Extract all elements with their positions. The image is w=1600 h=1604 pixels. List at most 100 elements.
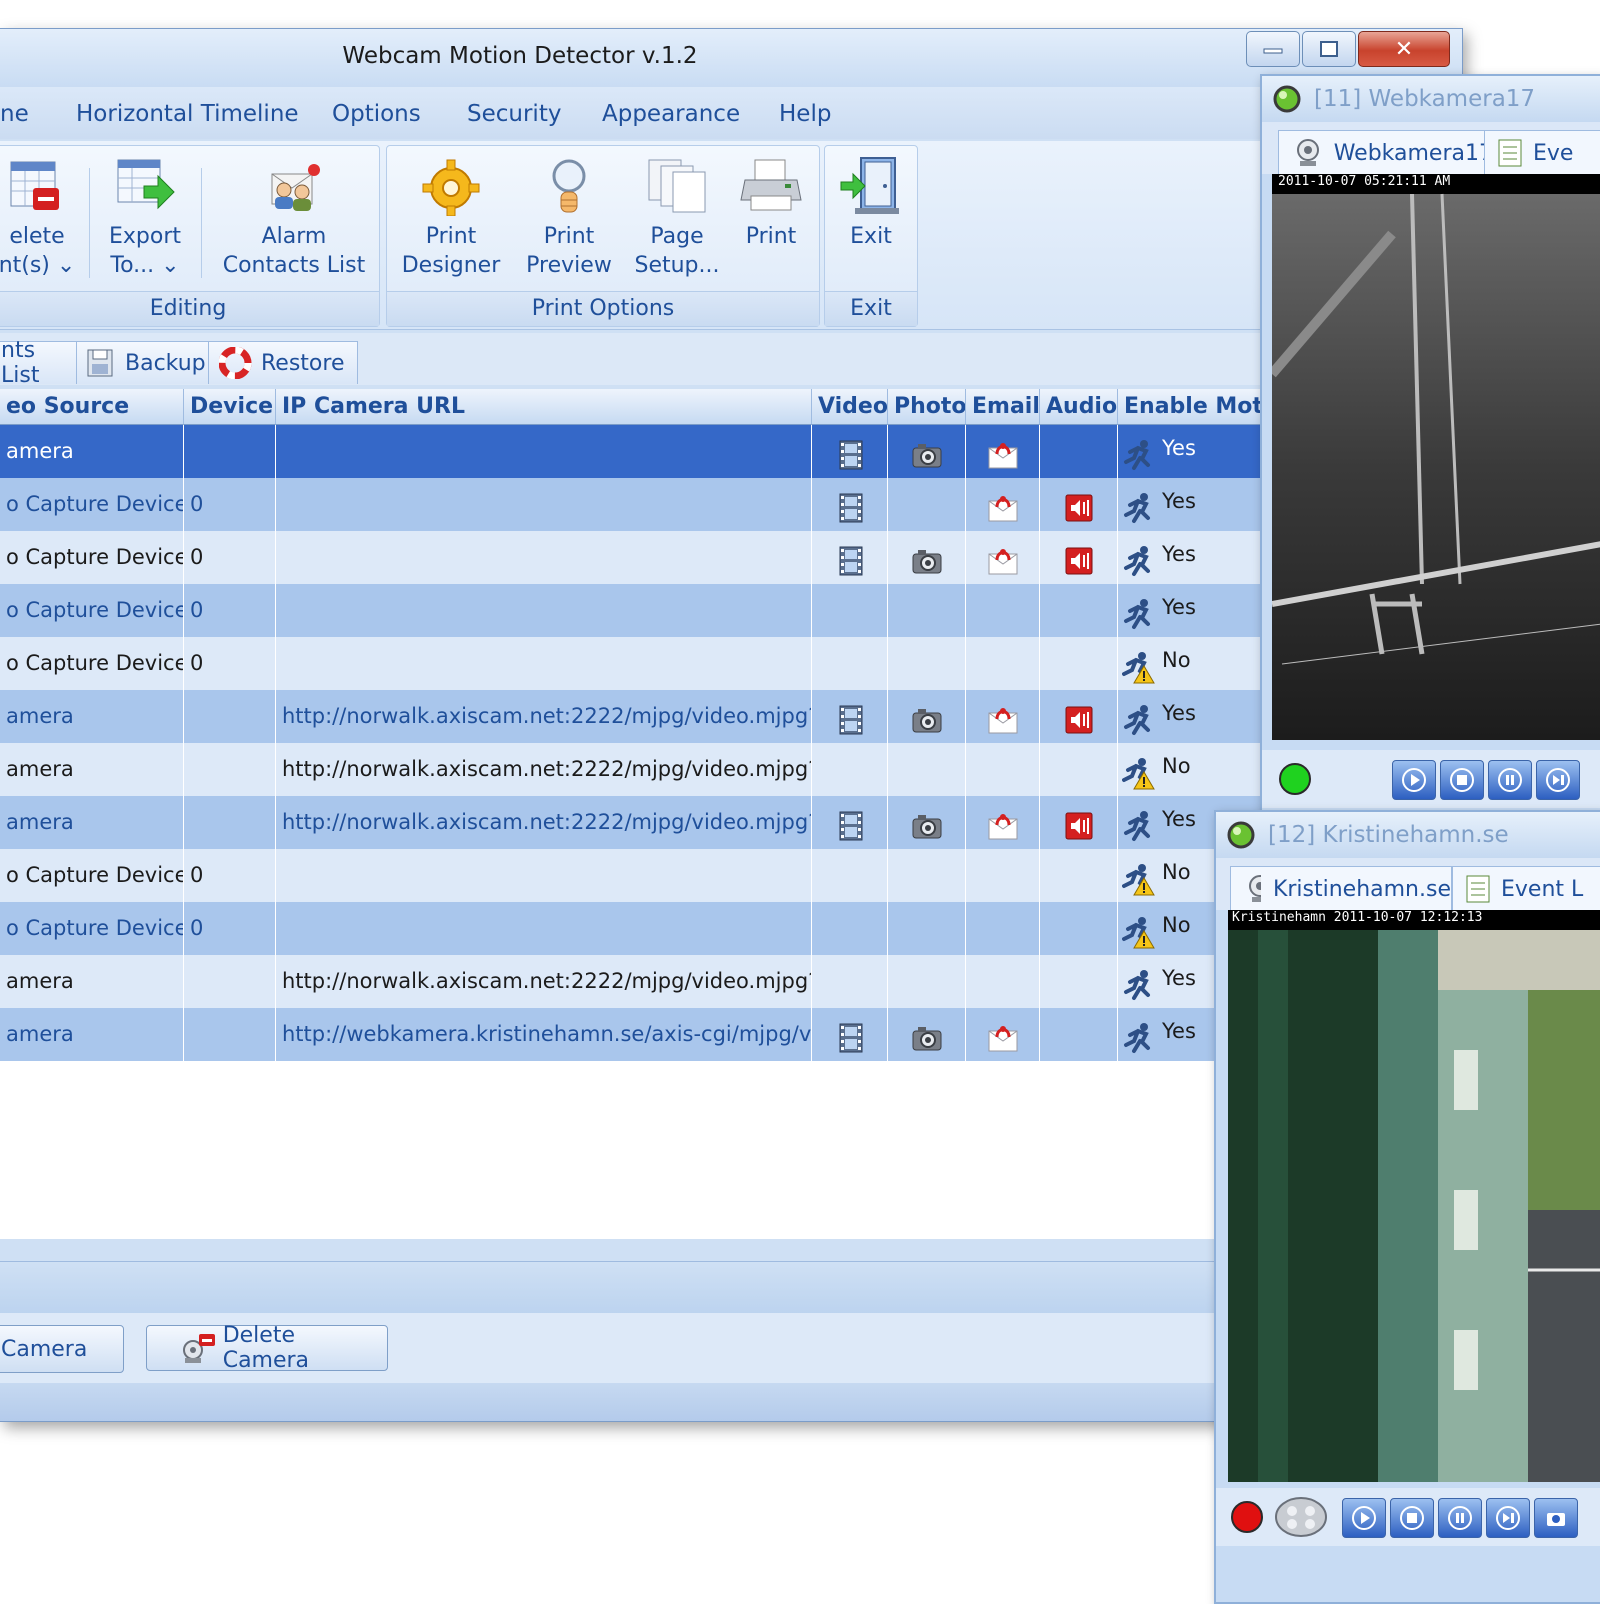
cell-video: [812, 425, 888, 478]
camera-window-kristinehamn[interactable]: [12] Kristinehamn.se Kristinehamn.se Eve…: [1214, 810, 1600, 1604]
menu-item-horizontal-timeline[interactable]: Horizontal Timeline: [76, 101, 299, 127]
export-to-button[interactable]: Export To... ⌄: [103, 156, 187, 280]
table-row[interactable]: o Capture Device 0 Yes: [0, 584, 1262, 637]
tab-backup[interactable]: Backup: [76, 341, 214, 384]
col-email-header[interactable]: Email: [966, 389, 1040, 425]
add-camera-label: Camera: [1, 1336, 88, 1362]
camera2-pause-button[interactable]: [1438, 1498, 1482, 1538]
delete-events-button[interactable]: elete nt(s) ⌄: [0, 156, 77, 280]
cell-audio: [1040, 743, 1118, 796]
camera1-tab-events[interactable]: Eve: [1484, 130, 1600, 175]
minimize-button[interactable]: [1246, 31, 1300, 67]
col-enable-motion-header[interactable]: Enable Moti: [1118, 389, 1262, 425]
delete-calendar-icon: [10, 161, 59, 210]
cell-enable-motion[interactable]: No: [1118, 637, 1262, 690]
camera1-tab-live[interactable]: Webkamera17: [1278, 130, 1494, 175]
add-camera-button[interactable]: Camera: [0, 1325, 124, 1373]
cell-audio: [1040, 425, 1118, 478]
camera1-play-button[interactable]: [1392, 760, 1436, 800]
menu-item-file[interactable]: ne: [0, 101, 29, 127]
cell-audio: [1040, 584, 1118, 637]
table-row[interactable]: amera Yes: [0, 425, 1262, 478]
col-ip-camera-url-header[interactable]: IP Camera URL: [276, 389, 812, 425]
camera2-play-button[interactable]: [1342, 1498, 1386, 1538]
cell-enable-motion[interactable]: Yes: [1118, 531, 1262, 584]
table-row[interactable]: o Capture Device 0 Yes: [0, 531, 1262, 584]
title-bar[interactable]: Webcam Motion Detector v.1.2 ✕: [0, 29, 1462, 87]
table-row[interactable]: amera http://norwalk.axiscam.net:2222/mjp…: [0, 690, 1262, 743]
cell-enable-motion[interactable]: Yes: [1118, 478, 1262, 531]
cell-device: 0: [184, 849, 276, 902]
table-row[interactable]: amera http://norwalk.axiscam.net:2222/mjp…: [0, 796, 1262, 849]
col-audio-header[interactable]: Audio: [1040, 389, 1118, 425]
menu-item-appearance[interactable]: Appearance: [602, 101, 740, 127]
table-row[interactable]: amera http://webkamera.kristinehamn.se/ax…: [0, 1008, 1262, 1061]
camera1-video-feed[interactable]: 2011-10-07 05:21:11 AM: [1268, 174, 1600, 740]
cell-ip-camera-url: http://webkamera.kristinehamn.se/axis-cg…: [276, 1008, 812, 1061]
table-row[interactable]: o Capture Device 0 No: [0, 849, 1262, 902]
camera2-title: [12] Kristinehamn.se: [1268, 822, 1509, 848]
next-frame-icon: [1546, 768, 1570, 792]
camera1-stop-button[interactable]: [1440, 760, 1484, 800]
col-video-source-header[interactable]: eo Source: [0, 389, 184, 425]
camera2-next-frame-button[interactable]: [1486, 1498, 1530, 1538]
delete-camera-button[interactable]: Delete Camera: [146, 1323, 388, 1373]
table-row[interactable]: amera http://norwalk.axiscam.net:2222/mjp…: [0, 743, 1262, 796]
cell-photo: [888, 531, 966, 584]
alarm-contacts-list-button[interactable]: Alarm Contacts List: [219, 156, 369, 280]
print-preview-button[interactable]: Print Preview: [517, 156, 621, 280]
menu-item-options[interactable]: Options: [332, 101, 421, 127]
camera1-title-bar[interactable]: [11] Webkamera17: [1262, 76, 1600, 122]
table-row[interactable]: o Capture Device 0 No: [0, 902, 1262, 955]
film-strip-icon: [839, 705, 862, 734]
cell-video-source: amera: [0, 796, 184, 849]
delete-camera-icon: [183, 1334, 215, 1363]
cell-device: [184, 743, 276, 796]
camera1-next-frame-button[interactable]: [1536, 760, 1580, 800]
cell-video-source: o Capture Device: [0, 531, 184, 584]
enable-motion-value: Yes: [1162, 488, 1196, 513]
cell-enable-motion[interactable]: Yes: [1118, 584, 1262, 637]
table-row[interactable]: o Capture Device 0 Yes: [0, 478, 1262, 531]
menu-item-security[interactable]: Security: [467, 101, 561, 127]
enable-motion-value: Yes: [1162, 594, 1196, 619]
camera2-tab-events[interactable]: Event L: [1452, 866, 1600, 911]
cell-photo: [888, 796, 966, 849]
camera2-stop-button[interactable]: [1390, 1498, 1434, 1538]
email-alert-icon: [988, 495, 1017, 521]
col-photo-header[interactable]: Photo: [888, 389, 966, 425]
tab-restore[interactable]: Restore: [208, 341, 358, 384]
col-video-header[interactable]: Video: [812, 389, 888, 425]
cell-video: [812, 690, 888, 743]
cell-device: 0: [184, 902, 276, 955]
motion-warning-icon: [1122, 757, 1155, 789]
print-button[interactable]: Print: [731, 156, 811, 251]
camera1-pause-button[interactable]: [1488, 760, 1532, 800]
cell-enable-motion[interactable]: Yes: [1118, 425, 1262, 478]
maximize-button[interactable]: [1302, 31, 1356, 67]
table-row[interactable]: o Capture Device 0 No: [0, 637, 1262, 690]
enable-motion-value: Yes: [1162, 965, 1196, 990]
print-designer-button[interactable]: Print Designer: [399, 156, 503, 280]
enable-motion-value: Yes: [1162, 1018, 1196, 1043]
cell-enable-motion[interactable]: Yes: [1118, 690, 1262, 743]
editing-group-caption: Editing: [0, 291, 379, 326]
camera2-tab-live[interactable]: Kristinehamn.se: [1230, 866, 1452, 911]
cell-enable-motion[interactable]: No: [1118, 743, 1262, 796]
cell-video: [812, 584, 888, 637]
camera2-snapshot-button[interactable]: [1534, 1498, 1578, 1538]
exit-label: Exit: [850, 224, 892, 249]
close-button[interactable]: ✕: [1358, 31, 1450, 67]
camera2-title-bar[interactable]: [12] Kristinehamn.se: [1216, 812, 1600, 858]
col-device-header[interactable]: Device: [184, 389, 276, 425]
camera2-tabs: Kristinehamn.se Event L: [1216, 858, 1600, 911]
menu-item-help[interactable]: Help: [779, 101, 831, 127]
exit-button[interactable]: Exit: [831, 156, 911, 251]
camera2-video-feed[interactable]: Kristinehamn 2011-10-07 12:12:13: [1228, 910, 1600, 1482]
camera-window-webkamera17[interactable]: [11] Webkamera17 Webkamera17 Eve 2011-10…: [1260, 74, 1600, 814]
page-setup-button[interactable]: Page Setup...: [625, 156, 729, 280]
table-row[interactable]: amera http://norwalk.axiscam.net:2222/mjp…: [0, 955, 1262, 1008]
cell-video-source: o Capture Device: [0, 584, 184, 637]
tab-events-list[interactable]: nts List: [0, 338, 78, 388]
camera1-tabs: Webkamera17 Eve: [1262, 122, 1600, 175]
